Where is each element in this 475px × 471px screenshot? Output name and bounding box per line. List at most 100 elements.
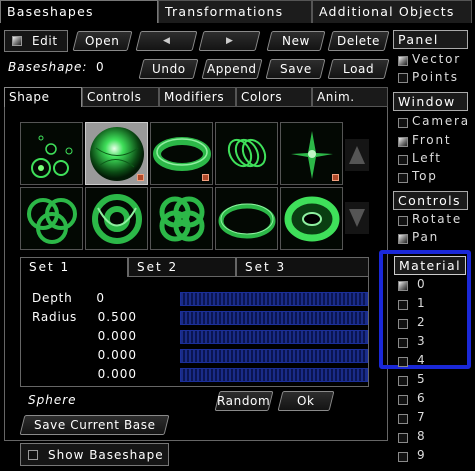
- material-8-label: 8: [417, 429, 427, 443]
- append-button[interactable]: Append: [201, 59, 263, 79]
- left-checkbox[interactable]: [398, 155, 408, 165]
- tab-set-2[interactable]: Set 2: [128, 257, 236, 277]
- material-8-checkbox[interactable]: [398, 433, 408, 443]
- material-3-checkbox[interactable]: [398, 338, 408, 348]
- material-6-checkbox[interactable]: [398, 395, 408, 405]
- material-5-label: 5: [417, 372, 427, 386]
- shape-thumb-4[interactable]: [215, 122, 278, 185]
- material-4-label: 4: [417, 353, 427, 367]
- shape-thumb-6[interactable]: [20, 187, 83, 250]
- tab-controls[interactable]: Controls: [82, 87, 159, 107]
- save-button[interactable]: Save: [265, 59, 326, 79]
- param-4-slider[interactable]: [180, 349, 368, 363]
- material-0-checkbox[interactable]: [398, 281, 408, 291]
- param-5-slider[interactable]: [180, 368, 368, 382]
- edit-checkbox[interactable]: [12, 36, 22, 46]
- vector-checkbox[interactable]: [398, 56, 408, 66]
- material-0-label: 0: [417, 277, 427, 291]
- top-label: Top: [412, 169, 438, 183]
- param-4-value: 0.000: [97, 348, 137, 362]
- arrow-left-icon: ◀: [162, 36, 171, 46]
- material-7-label: 7: [417, 410, 427, 424]
- scroll-down-button[interactable]: [345, 202, 369, 234]
- tab-transformations[interactable]: Transformations: [158, 0, 312, 23]
- tab-colors[interactable]: Colors: [236, 87, 312, 107]
- tab-shape[interactable]: Shape: [4, 87, 82, 107]
- shape-thumb-2[interactable]: [85, 122, 148, 185]
- baseshape-value: 0: [96, 60, 105, 74]
- depth-label: Depth: [32, 291, 73, 305]
- load-button[interactable]: Load: [327, 59, 390, 79]
- material-header: Material: [394, 256, 466, 275]
- save-current-base-button[interactable]: Save Current Base: [19, 415, 170, 435]
- radius-slider[interactable]: [180, 311, 368, 325]
- points-label: Points: [412, 70, 459, 84]
- points-checkbox[interactable]: [398, 73, 408, 83]
- triangle-down-icon: [349, 209, 365, 227]
- material-1-label: 1: [417, 296, 427, 310]
- knot-icon: [27, 198, 77, 244]
- depth-slider[interactable]: [180, 292, 368, 306]
- triangle-up-icon: [349, 146, 365, 164]
- shape-thumb-10[interactable]: [280, 187, 343, 250]
- param-3-slider[interactable]: [180, 330, 368, 344]
- top-checkbox[interactable]: [398, 173, 408, 183]
- show-baseshape-checkbox[interactable]: [28, 450, 38, 460]
- material-9-label: 9: [417, 448, 427, 462]
- material-6-label: 6: [417, 391, 427, 405]
- material-2-checkbox[interactable]: [398, 319, 408, 329]
- tab-modifiers[interactable]: Modifiers: [159, 87, 236, 107]
- panel-header: Panel: [393, 30, 468, 49]
- left-label: Left: [412, 151, 442, 165]
- edit-toggle[interactable]: Edit: [4, 30, 68, 52]
- material-2-label: 2: [417, 315, 427, 329]
- render-badge-icon: [137, 174, 144, 181]
- pan-checkbox[interactable]: [398, 234, 408, 244]
- prev-button[interactable]: ◀: [135, 31, 198, 51]
- tab-additional-objects[interactable]: Additional Objects: [312, 0, 472, 23]
- rotate-label: Rotate: [412, 212, 463, 226]
- tab-label: Transformations: [165, 4, 284, 19]
- tab-set-1[interactable]: Set 1: [20, 257, 128, 277]
- tab-set-3[interactable]: Set 3: [236, 257, 369, 277]
- next-button[interactable]: ▶: [198, 31, 261, 51]
- trefoil-icon: [92, 194, 142, 244]
- show-baseshape-label: Show Baseshape: [48, 448, 164, 462]
- shape-thumb-5[interactable]: [280, 122, 343, 185]
- material-7-checkbox[interactable]: [398, 414, 408, 424]
- window-header: Window: [393, 92, 468, 111]
- rotate-checkbox[interactable]: [398, 216, 408, 226]
- front-checkbox[interactable]: [398, 137, 408, 147]
- tab-baseshapes[interactable]: Baseshapes: [0, 0, 158, 23]
- shape-thumb-3[interactable]: [150, 122, 213, 185]
- scroll-up-button[interactable]: [345, 139, 369, 171]
- material-1-checkbox[interactable]: [398, 300, 408, 310]
- shape-thumb-8[interactable]: [150, 187, 213, 250]
- shape-thumb-9[interactable]: [215, 187, 278, 250]
- shape-thumb-7[interactable]: [85, 187, 148, 250]
- material-5-checkbox[interactable]: [398, 376, 408, 386]
- tab-anim[interactable]: Anim.: [312, 87, 388, 107]
- material-9-checkbox[interactable]: [398, 452, 408, 462]
- ok-button[interactable]: Ok: [277, 391, 335, 411]
- shape-thumb-1[interactable]: [20, 122, 83, 185]
- param-5-value: 0.000: [97, 367, 137, 381]
- random-button[interactable]: Random: [214, 391, 274, 411]
- camera-checkbox[interactable]: [398, 118, 408, 128]
- radius-value: 0.500: [97, 310, 137, 324]
- render-badge-icon: [202, 174, 209, 181]
- material-3-label: 3: [417, 334, 427, 348]
- open-button[interactable]: Open: [72, 31, 133, 51]
- tab-label: Additional Objects: [319, 4, 455, 19]
- delete-button[interactable]: Delete: [327, 31, 390, 51]
- coil-icon: [227, 138, 267, 168]
- arrow-right-icon: ▶: [225, 36, 234, 46]
- camera-label: Camera: [412, 114, 470, 128]
- pan-label: Pan: [412, 230, 440, 244]
- radius-label: Radius: [32, 310, 78, 324]
- ring-icon: [218, 203, 276, 239]
- undo-button[interactable]: Undo: [138, 59, 199, 79]
- new-button[interactable]: New: [266, 31, 326, 51]
- show-baseshape-toggle[interactable]: Show Baseshape: [20, 443, 169, 466]
- material-4-checkbox[interactable]: [398, 357, 408, 367]
